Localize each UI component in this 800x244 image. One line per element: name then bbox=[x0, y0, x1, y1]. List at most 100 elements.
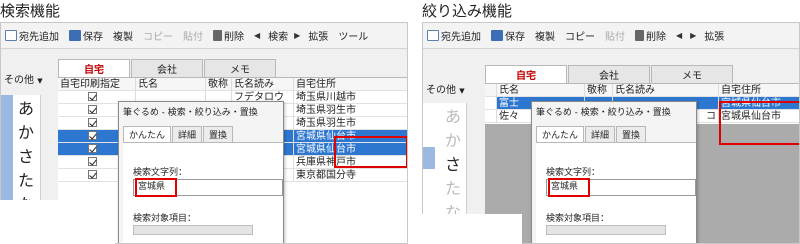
header-reading[interactable]: 氏名読み bbox=[613, 84, 719, 97]
dialog-tab-detail[interactable]: 詳細 bbox=[585, 126, 616, 142]
section-title-filter: 絞り込み機能 bbox=[422, 2, 513, 20]
dialog-tab-simple[interactable]: かんたん bbox=[536, 126, 585, 142]
grid-header: 氏名 敬称 氏名読み 自宅住所 bbox=[485, 84, 799, 97]
tab-home[interactable]: 自宅 bbox=[58, 59, 130, 77]
cropped-area bbox=[422, 214, 522, 244]
address-cell: 埼玉県川越市 bbox=[294, 91, 407, 104]
kana-ta[interactable]: た bbox=[18, 167, 34, 191]
prev-arrow-icon[interactable]: ◀ bbox=[676, 31, 682, 40]
paste-button[interactable]: 貼付 bbox=[605, 28, 625, 43]
header-honorific[interactable]: 敬称 bbox=[585, 84, 613, 97]
kana-ka[interactable]: か bbox=[445, 127, 461, 151]
tab-memo[interactable]: メモ bbox=[651, 65, 733, 83]
address-cell: 埼玉県羽生市 bbox=[294, 117, 407, 130]
delete-button[interactable]: 削除 bbox=[635, 28, 666, 43]
search-target-label: 検索対象項目： bbox=[546, 214, 610, 224]
header-name[interactable]: 氏名 bbox=[497, 84, 585, 97]
grid-header: 自宅印刷指定 氏名 敬称 氏名読み 自宅住所 bbox=[58, 78, 407, 91]
print-checkbox[interactable] bbox=[88, 105, 97, 114]
address-highlight-box bbox=[719, 101, 799, 145]
next-arrow-icon[interactable]: ▶ bbox=[294, 31, 300, 40]
dialog-tab-replace[interactable]: 置換 bbox=[203, 126, 234, 142]
print-checkbox[interactable] bbox=[88, 144, 97, 153]
tab-bar: 自宅 会社 メモ bbox=[485, 65, 734, 83]
dialog-body: 検索文字列： 宮城県 検索対象項目： bbox=[536, 142, 696, 243]
trash-icon bbox=[635, 30, 644, 41]
tab-home[interactable]: 自宅 bbox=[485, 65, 567, 83]
dialog-title: 筆ぐるめ - 検索・絞り込み・置換 bbox=[123, 108, 258, 118]
header-address[interactable]: 自宅住所 bbox=[719, 84, 799, 97]
search-value-highlight-box bbox=[135, 178, 177, 197]
search-string-label: 検索文字列： bbox=[546, 168, 601, 178]
kana-a[interactable]: あ bbox=[445, 103, 461, 127]
address-cell: 東京都国分寺 bbox=[294, 169, 407, 182]
section-title-search: 検索機能 bbox=[0, 2, 61, 20]
dialog-tab-simple[interactable]: かんたん bbox=[123, 126, 172, 142]
tab-memo[interactable]: メモ bbox=[204, 59, 276, 77]
next-arrow-icon[interactable]: ▶ bbox=[690, 31, 696, 40]
kana-ka[interactable]: か bbox=[18, 119, 34, 143]
header-address[interactable]: 自宅住所 bbox=[294, 78, 407, 91]
trash-icon bbox=[213, 30, 222, 41]
address-cell: 埼玉県羽生市 bbox=[294, 104, 407, 117]
add-address-icon bbox=[427, 30, 439, 41]
sidebar-other-dropdown[interactable]: その他 ▼ bbox=[426, 81, 465, 96]
tools-button[interactable]: ツール bbox=[338, 28, 368, 43]
copy-button[interactable]: コピー bbox=[565, 28, 595, 43]
app-window-filter: 宛先追加 保存 複製 コピー 貼付 削除 ◀ ▶ 拡張 その他 ▼ あ か さ … bbox=[422, 22, 800, 244]
kana-sa[interactable]: さ bbox=[18, 143, 34, 167]
save-button[interactable]: 保存 bbox=[69, 28, 103, 43]
dialog-tab-bar: かんたん 詳細 置換 bbox=[123, 126, 234, 142]
search-value-highlight-box bbox=[548, 178, 590, 197]
filter-dialog: 筆ぐるめ - 検索・絞り込み・置換 かんたん 詳細 置換 検索文字列： 宮城県 … bbox=[531, 101, 697, 243]
search-dialog: 筆ぐるめ - 検索・絞り込み・置換 かんたん 詳細 置換 検索文字列： 宮城県 … bbox=[118, 101, 284, 243]
expand-button[interactable]: 拡張 bbox=[308, 28, 328, 43]
tab-company[interactable]: 会社 bbox=[131, 59, 203, 77]
print-checkbox[interactable] bbox=[88, 157, 97, 166]
search-target-select[interactable] bbox=[546, 225, 666, 235]
dialog-title: 筆ぐるめ - 検索・絞り込み・置換 bbox=[536, 108, 671, 118]
add-address-button[interactable]: 宛先追加 bbox=[5, 28, 59, 43]
toolbar: 宛先追加 保存 複製 コピー 貼付 削除 ◀ ▶ 拡張 bbox=[423, 23, 799, 49]
tab-company[interactable]: 会社 bbox=[568, 65, 650, 83]
add-address-icon bbox=[5, 30, 17, 41]
duplicate-button[interactable]: 複製 bbox=[113, 28, 133, 43]
kana-a[interactable]: あ bbox=[18, 95, 34, 119]
add-address-button[interactable]: 宛先追加 bbox=[427, 28, 481, 43]
dialog-body: 検索文字列： 宮城県 検索対象項目： bbox=[123, 142, 283, 243]
kana-ta[interactable]: た bbox=[445, 175, 461, 199]
header-print[interactable]: 自宅印刷指定 bbox=[58, 78, 136, 91]
print-checkbox[interactable] bbox=[88, 131, 97, 140]
dialog-tab-replace[interactable]: 置換 bbox=[616, 126, 647, 142]
delete-button[interactable]: 削除 bbox=[213, 28, 244, 43]
tab-bar: 自宅 会社 メモ bbox=[58, 59, 277, 77]
duplicate-button[interactable]: 複製 bbox=[535, 28, 555, 43]
header-honorific[interactable]: 敬称 bbox=[206, 78, 232, 91]
address-highlight-box bbox=[334, 136, 407, 168]
print-checkbox[interactable] bbox=[88, 118, 97, 127]
search-target-label: 検索対象項目： bbox=[133, 214, 197, 224]
kana-selection-bar bbox=[423, 147, 435, 169]
search-button[interactable]: 検索 bbox=[268, 28, 288, 43]
print-checkbox[interactable] bbox=[88, 92, 97, 101]
search-target-select[interactable] bbox=[133, 225, 253, 235]
dialog-tab-detail[interactable]: 詳細 bbox=[172, 126, 203, 142]
dropdown-arrow-icon: ▼ bbox=[459, 87, 465, 95]
header-name[interactable]: 氏名 bbox=[136, 78, 206, 91]
print-checkbox[interactable] bbox=[88, 170, 97, 179]
sidebar-other-dropdown[interactable]: その他 ▼ bbox=[4, 71, 43, 86]
toolbar: 宛先追加 保存 複製 コピー 貼付 削除 ◀ 検索 ▶ 拡張 ツール bbox=[1, 23, 407, 49]
save-icon bbox=[69, 30, 81, 41]
prev-arrow-icon[interactable]: ◀ bbox=[254, 31, 260, 40]
header-reading[interactable]: 氏名読み bbox=[232, 78, 294, 91]
dropdown-arrow-icon: ▼ bbox=[37, 77, 43, 85]
expand-button[interactable]: 拡張 bbox=[704, 28, 724, 43]
save-button[interactable]: 保存 bbox=[491, 28, 525, 43]
save-icon bbox=[491, 30, 503, 41]
cropped-area bbox=[0, 200, 115, 244]
search-string-label: 検索文字列： bbox=[133, 168, 188, 178]
kana-sa[interactable]: さ bbox=[445, 151, 461, 175]
copy-button[interactable]: コピー bbox=[143, 28, 173, 43]
dialog-tab-bar: かんたん 詳細 置換 bbox=[536, 126, 647, 142]
paste-button[interactable]: 貼付 bbox=[183, 28, 203, 43]
